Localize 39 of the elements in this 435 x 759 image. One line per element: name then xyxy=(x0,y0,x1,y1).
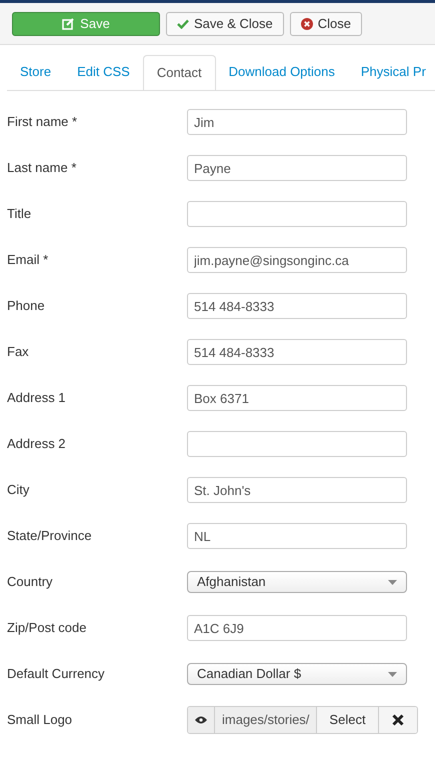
input-field[interactable]: St. John's xyxy=(187,477,407,503)
edit-icon xyxy=(62,18,74,30)
close-button[interactable]: Close xyxy=(290,12,362,36)
field-label: City xyxy=(7,481,30,500)
caret-icon xyxy=(388,672,397,676)
input-field[interactable]: 514 484-8333 xyxy=(187,293,407,319)
input-field[interactable]: 514 484-8333 xyxy=(187,339,407,365)
field-label: State/Province xyxy=(7,527,93,546)
tab[interactable]: Store xyxy=(7,55,64,90)
field-label: Address 2 xyxy=(7,435,67,454)
field-label: Phone xyxy=(7,297,46,316)
input-field[interactable]: A1C 6J9 xyxy=(187,615,407,641)
field-label: Country xyxy=(7,573,54,592)
input-field[interactable]: Box 6371 xyxy=(187,385,407,411)
caret-icon xyxy=(388,580,397,584)
tab[interactable]: Contact xyxy=(142,55,216,90)
field-label: Address 1 xyxy=(7,389,67,408)
field-label: Default Currency xyxy=(7,665,106,684)
dropdown[interactable]: Canadian Dollar $ xyxy=(187,663,407,685)
save-and-close-button[interactable]: Save & Close xyxy=(166,12,284,36)
field-label: Last name * xyxy=(7,159,78,178)
field-label: Small Logo xyxy=(7,711,74,730)
input-field[interactable]: Jim xyxy=(187,109,407,135)
check-icon xyxy=(177,18,189,28)
tab[interactable]: Physical Pr xyxy=(348,55,435,90)
field-label: Email * xyxy=(7,251,50,270)
input-field[interactable] xyxy=(187,201,407,227)
tab[interactable]: Download Options xyxy=(216,55,348,90)
field-label: Fax xyxy=(7,343,30,362)
input-field[interactable] xyxy=(187,431,407,457)
close-icon xyxy=(300,18,313,30)
dropdown[interactable]: Afghanistan xyxy=(187,571,407,593)
field-label: Zip/Post code xyxy=(7,619,88,638)
field-label: Title xyxy=(7,205,32,224)
input-field[interactable]: NL xyxy=(187,523,407,549)
input-field[interactable]: Payne xyxy=(187,155,407,181)
field-label: First name * xyxy=(7,113,78,132)
input-field[interactable]: jim.payne@singsonginc.ca xyxy=(187,247,407,273)
tab[interactable]: Edit CSS xyxy=(64,55,143,90)
